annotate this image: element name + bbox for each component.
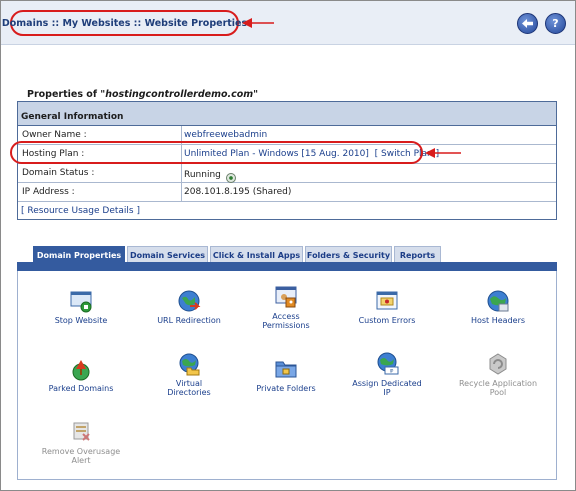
tab-domain-services[interactable]: Domain Services [127,246,208,263]
help-icon: ? [552,17,559,30]
remove-overusage-alert-icon [73,422,90,441]
url-redirection-icon [178,290,201,312]
resource-usage-link[interactable]: [ Resource Usage Details ] [21,206,140,216]
breadcrumb[interactable]: Domains :: My Websites :: Website Proper… [2,10,247,36]
tile-label: Virtual [175,379,203,388]
properties-title-prefix: Properties of [27,89,101,100]
tile-label-2: IP [383,388,391,397]
stop-website-tile[interactable]: Stop Website [31,289,131,325]
back-button[interactable] [517,13,538,34]
hosting-plan-highlight [10,141,423,164]
status-text: Running [184,170,221,180]
host-headers-tile[interactable]: Host Headers [448,289,548,325]
tile-label: Stop Website [54,316,108,325]
svg-text:IP: IP [390,369,394,374]
domain-status-label: Domain Status : [22,168,95,178]
tile-label: Remove Overusage [41,447,121,456]
tab-bar: Domain Properties Domain Services Click … [33,246,443,263]
assign-dedicated-ip-tile[interactable]: IP Assign Dedicated IP [337,352,437,397]
parked-domains-tile[interactable]: Parked Domains [31,357,131,393]
tab-folders-security[interactable]: Folders & Security [305,246,392,263]
page-header: Domains :: My Websites :: Website Proper… [1,1,575,45]
tile-label: Parked Domains [48,384,114,393]
remove-overusage-alert-tile: Remove Overusage Alert [31,420,131,465]
tile-label: Private Folders [256,384,316,393]
tile-label: URL Redirection [157,316,221,325]
tab-click-install-apps[interactable]: Click & Install Apps [210,246,303,263]
custom-errors-icon [376,291,398,310]
domain-status-value: Running [181,164,551,183]
stop-website-icon [70,291,92,313]
recycle-application-pool-tile: Recycle Application Pool [448,352,548,397]
virtual-directories-icon [179,353,200,376]
access-permissions-tile[interactable]: Access Permissions [236,285,336,330]
tab-domain-properties[interactable]: Domain Properties [33,246,125,263]
properties-domain: "hostingcontrollerdemo.com" [100,89,259,100]
tile-label-2: Permissions [262,321,310,330]
annotation-arrow-icon [242,18,274,28]
tile-label-2: Pool [489,388,507,397]
tab-strip [17,262,557,271]
private-folders-tile[interactable]: Private Folders [236,357,336,393]
tile-label: Custom Errors [358,316,416,325]
tile-label: Assign Dedicated [352,379,422,388]
tile-label: Access [272,312,300,321]
parked-domains-icon [72,360,90,381]
recycle-application-pool-icon [489,353,507,375]
annotation-arrow-icon [425,148,461,158]
url-redirection-tile[interactable]: URL Redirection [139,289,239,325]
private-folders-icon [275,361,297,378]
ip-address-row: IP Address : 208.101.8.195 (Shared) [18,183,556,202]
back-arrow-icon [522,19,533,28]
owner-label: Owner Name : [22,130,87,140]
access-permissions-icon [275,286,297,308]
tile-label-2: Directories [167,388,211,397]
help-button[interactable]: ? [545,13,566,34]
ip-address-label: IP Address : [22,187,75,197]
domain-status-row: Domain Status : Running [18,164,556,183]
tile-label: Recycle Application [458,379,538,388]
assign-dedicated-ip-icon: IP [377,352,399,375]
tile-label-2: Alert [71,456,91,465]
tab-reports[interactable]: Reports [394,246,441,263]
section-header: General Information [18,102,556,126]
custom-errors-tile[interactable]: Custom Errors [337,289,437,325]
virtual-directories-tile[interactable]: Virtual Directories [139,352,239,397]
owner-name-link[interactable]: webfreewebadmin [184,130,267,140]
tile-label: Host Headers [470,316,526,325]
host-headers-icon [487,290,509,312]
status-toggle-icon[interactable] [225,173,236,183]
ip-address-value: 208.101.8.195 (Shared) [181,183,551,201]
properties-title: Properties of "hostingcontrollerdemo.com… [27,89,258,100]
